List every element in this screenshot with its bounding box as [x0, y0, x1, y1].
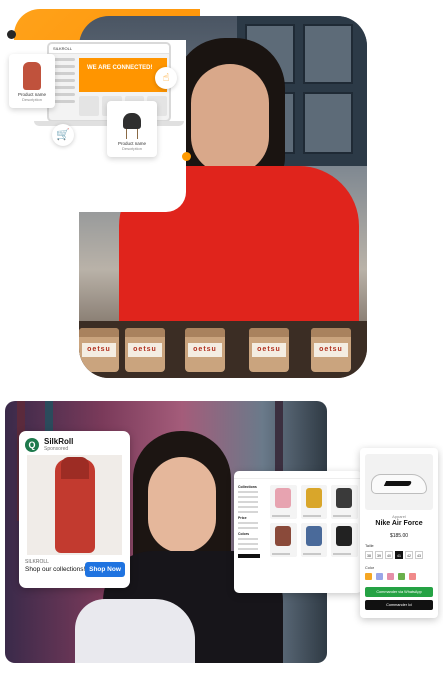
site-hero-banner: WE ARE CONNECTED!	[79, 58, 167, 92]
color-swatch[interactable]	[409, 573, 416, 580]
page: oetsu oetsu oetsu oetsu oetsu SILKROLL W…	[0, 0, 443, 683]
size-label: Taille	[365, 544, 374, 548]
ad-header: Q SilkRoll Sponsored	[25, 437, 73, 452]
jar: oetsu	[311, 328, 351, 372]
product-card-coat[interactable]: Product name Description	[9, 54, 55, 108]
size-option-selected[interactable]: 41	[395, 551, 403, 559]
jar: oetsu	[185, 328, 225, 372]
shop-item[interactable]	[300, 523, 328, 557]
jar: oetsu	[249, 328, 289, 372]
color-swatch[interactable]	[387, 573, 394, 580]
site-sidebar	[53, 58, 75, 118]
shop-now-button[interactable]: Shop Now	[85, 562, 125, 577]
shop-topbar	[234, 471, 362, 479]
product-card-chair[interactable]: Product name Description	[107, 101, 157, 157]
shop-item[interactable]	[270, 523, 297, 557]
ad-sponsored-label: Sponsored	[44, 446, 69, 452]
social-ad-card[interactable]: Q SilkRoll Sponsored SILKROLL Shop our c…	[19, 431, 130, 588]
product-desc: Description	[121, 146, 142, 151]
coat-image	[23, 62, 41, 90]
silkroll-logo-icon: Q	[25, 437, 39, 452]
cart-icon: 🛒	[52, 124, 74, 146]
product-brand: Apparel	[392, 514, 406, 519]
jar: oetsu	[79, 328, 119, 372]
woman-face	[191, 64, 269, 174]
ad-tagline: Shop our collections!	[25, 566, 86, 573]
size-option[interactable]: 43	[415, 551, 423, 559]
color-swatch[interactable]	[365, 573, 372, 580]
size-selector: 38 39 40 41 42 43	[365, 551, 423, 559]
shop-filters: Collections Price Colors	[238, 485, 266, 585]
fabric-bundle	[75, 599, 195, 663]
sneaker-image	[365, 454, 433, 510]
site-header: SILKROLL	[49, 44, 169, 54]
product-detail-card: Apparel Nike Air Force $185.00 Taille 38…	[360, 448, 438, 618]
size-option[interactable]: 39	[375, 551, 383, 559]
color-swatches	[365, 573, 416, 580]
shop-item[interactable]	[300, 485, 328, 519]
shop-listing-mockup: Collections Price Colors	[234, 471, 362, 593]
shop-product-grid	[270, 485, 358, 557]
product-title: Nike Air Force	[375, 520, 423, 527]
shop-item[interactable]	[331, 485, 358, 519]
chair-image	[121, 113, 143, 139]
size-option[interactable]: 38	[365, 551, 373, 559]
shop-item[interactable]	[270, 485, 297, 519]
order-here-button[interactable]: Commander Ici	[365, 600, 433, 610]
touch-icon: ☝	[155, 67, 177, 89]
filter-apply-button[interactable]	[238, 554, 260, 558]
color-swatch[interactable]	[398, 573, 405, 580]
woman-face	[148, 457, 216, 553]
color-swatch[interactable]	[376, 573, 383, 580]
product-desc: Description	[21, 97, 42, 102]
shop-item[interactable]	[331, 523, 358, 557]
size-option[interactable]: 40	[385, 551, 393, 559]
orange-decor-dot	[182, 152, 191, 161]
size-option[interactable]: 42	[405, 551, 413, 559]
ad-store-label: SILKROLL	[25, 559, 49, 565]
color-label: Color	[365, 566, 375, 570]
ad-dress-image	[27, 455, 122, 555]
jar: oetsu	[125, 328, 165, 372]
product-price: $185.00	[389, 533, 409, 539]
dark-decor-dot	[7, 30, 16, 39]
ad-brand-name: SilkRoll	[44, 437, 74, 446]
whatsapp-order-button[interactable]: Commander via WhatsApp	[365, 587, 433, 597]
